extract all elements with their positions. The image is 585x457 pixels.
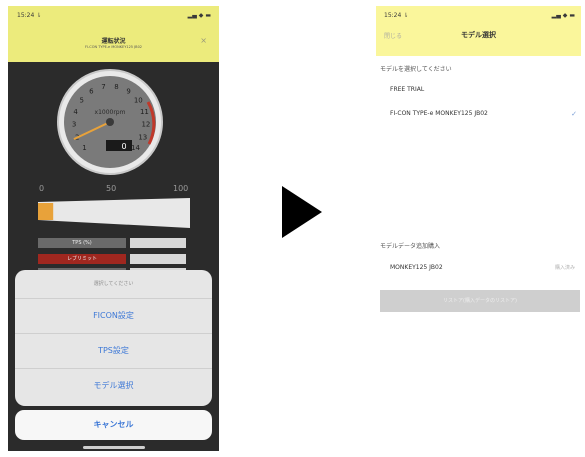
throttle-bar — [38, 198, 190, 228]
select-prompt: モデルを選択してください — [380, 66, 452, 73]
scale-label-50: 50 — [106, 184, 117, 193]
transition-arrow-icon — [282, 186, 322, 238]
gauge-hub — [106, 118, 114, 126]
purchase-row-monkey125[interactable]: MONKEY125 JB02 購入済み — [376, 257, 581, 279]
restore-purchases-button[interactable]: リストア(購入データのリストア) — [380, 290, 580, 312]
gauge-readout-box — [106, 140, 132, 151]
gauge-tick-label: 12 — [141, 121, 150, 129]
model-name: FREE TRIAL — [390, 86, 425, 93]
action-ficon-settings[interactable]: FICON設定 — [15, 299, 212, 334]
model-row-ficon-monkey[interactable]: FI-CON TYPE-e MONKEY125 JB02 ✓ — [376, 103, 581, 125]
action-model-select[interactable]: モデル選択 — [15, 369, 212, 403]
gauge-unit-label: x1000rpm — [95, 109, 126, 116]
gauge-tick-label: 6 — [89, 88, 94, 96]
left-header: 15:24 ⇂ ▂▄ ◆ ▬ 運転状況 FI-CON TYPE-e MONKEY… — [8, 6, 219, 62]
checkmark-icon: ✓ — [571, 110, 577, 118]
gauge-tick-label: 13 — [138, 133, 147, 141]
indicator-value — [130, 254, 186, 264]
left-phone-screen: 15:24 ⇂ ▂▄ ◆ ▬ 運転状況 FI-CON TYPE-e MONKEY… — [8, 6, 219, 451]
tachometer-gauge: 1234567891011121314 x1000rpm 0 — [57, 69, 163, 175]
throttle-bar-fill — [38, 203, 54, 220]
model-row-free-trial[interactable]: FREE TRIAL — [376, 79, 581, 101]
status-signal-icons: ▂▄ ◆ ▬ — [187, 12, 211, 19]
gauge-tick-label: 11 — [140, 108, 149, 116]
indicator-value — [130, 238, 186, 248]
purchase-status: 購入済み — [554, 265, 575, 271]
close-icon[interactable]: × — [200, 36, 207, 45]
cancel-button[interactable]: キャンセル — [15, 410, 212, 440]
gauge-tick-label: 9 — [126, 88, 130, 96]
gauge-tick-label: 4 — [73, 108, 78, 116]
gauge-tick-label: 3 — [72, 121, 76, 129]
scale-label-0: 0 — [39, 184, 45, 193]
indicator-label: TPS (%) — [38, 238, 126, 248]
gauge-readout: 0 — [121, 142, 126, 151]
gauge-tick-label: 8 — [114, 83, 118, 91]
gauge-tick-label: 14 — [131, 144, 140, 152]
indicator-row: TPS (%) — [38, 238, 186, 248]
throttle-bar-track — [38, 198, 190, 228]
gauge-tick-label: 1 — [82, 144, 86, 152]
status-time: 15:24 ⇂ — [384, 12, 409, 19]
status-signal-icons: ▂▄ ◆ ▬ — [551, 12, 575, 19]
gauge-tick-label: 5 — [79, 96, 83, 104]
page-subtitle: FI-CON TYPE-e MONKEY125 JB02 — [84, 45, 143, 49]
right-header: 15:24 ⇂ ▂▄ ◆ ▬ 閉じる モデル選択 — [376, 6, 581, 56]
indicator-row: レブリミット — [38, 254, 186, 264]
page-title: モデル選択 — [461, 31, 496, 39]
home-indicator[interactable] — [83, 446, 145, 449]
right-phone-screen: 15:24 ⇂ ▂▄ ◆ ▬ 閉じる モデル選択 モデルを選択してください FR… — [376, 6, 581, 451]
model-name: FI-CON TYPE-e MONKEY125 JB02 — [390, 110, 488, 117]
purchase-section-label: モデルデータ追加購入 — [380, 243, 441, 250]
action-sheet: 選択してください FICON設定 TPS設定 モデル選択 — [15, 270, 212, 406]
status-time: 15:24 ⇂ — [17, 12, 42, 19]
gauge-tick-label: 7 — [101, 83, 105, 91]
indicator-label: レブリミット — [38, 254, 126, 264]
purchase-item-name: MONKEY125 JB02 — [390, 264, 443, 271]
gauge-tick-label: 10 — [134, 96, 143, 104]
scale-label-100: 100 — [173, 184, 189, 193]
action-sheet-title: 選択してください — [15, 270, 212, 299]
action-tps-settings[interactable]: TPS設定 — [15, 334, 212, 369]
page-title: 運転状況 — [101, 38, 126, 45]
